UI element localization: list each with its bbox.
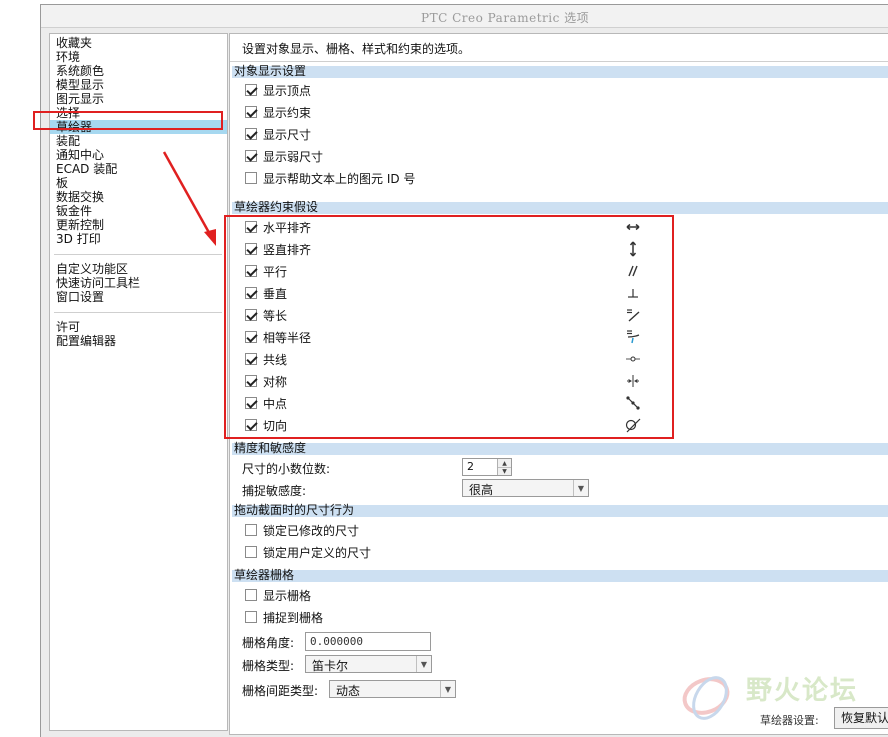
screenshot-frame: PTC Creo Parametric 选项 收藏夹 环境 系统颜色 模型显示 …: [0, 0, 888, 737]
status-label: 草绘器设置:: [760, 714, 819, 727]
panel-description: 设置对象显示、栅格、样式和约束的选项。: [242, 42, 471, 56]
checkbox-show-grid[interactable]: 显示栅格: [245, 586, 311, 604]
watermark-text: 野火论坛: [746, 676, 859, 706]
nav-item-update-control[interactable]: 更新控制: [56, 218, 104, 232]
section-precision: 精度和敏感度: [232, 441, 888, 455]
checkbox-box[interactable]: [245, 150, 257, 162]
nav-item-board[interactable]: 板: [56, 176, 68, 190]
nav-item-data-exchange[interactable]: 数据交换: [56, 190, 104, 204]
checkbox-box[interactable]: [245, 128, 257, 140]
checkbox-show-vertices[interactable]: 显示顶点: [245, 81, 311, 99]
section-object-display: 对象显示设置: [232, 64, 888, 78]
section-constraint-assumptions: 草绘器约束假设: [232, 200, 888, 214]
decimal-places-label: 尺寸的小数位数:: [242, 462, 331, 476]
annotation-box-constraints: [224, 215, 674, 439]
checkbox-box[interactable]: [245, 589, 257, 601]
checkbox-show-entity-id[interactable]: 显示帮助文本上的图元 ID 号: [245, 169, 415, 187]
checkbox-box[interactable]: [245, 106, 257, 118]
chevron-down-icon: ▼: [573, 480, 588, 496]
nav-item-sheetmetal[interactable]: 钣金件: [56, 204, 92, 218]
nav-item-window-settings[interactable]: 窗口设置: [56, 290, 104, 304]
nav-item-entity-display[interactable]: 图元显示: [56, 92, 104, 106]
checkbox-show-dimensions[interactable]: 显示尺寸: [245, 125, 311, 143]
nav-item-ecad-assembly[interactable]: ECAD 装配: [56, 162, 117, 176]
grid-angle-label: 栅格角度:: [242, 636, 295, 650]
spinner-buttons: ▲ ▼: [497, 459, 511, 475]
snap-sensitivity-select[interactable]: 很高 ▼: [462, 479, 589, 497]
grid-type-select[interactable]: 笛卡尔 ▼: [305, 655, 432, 673]
nav-item-notification-center[interactable]: 通知中心: [56, 148, 104, 162]
grid-spacing-label: 栅格间距类型:: [242, 684, 319, 698]
chevron-down-icon: ▼: [440, 681, 455, 697]
nav-divider: [54, 254, 222, 255]
chevron-down-icon: ▼: [416, 656, 431, 672]
title-bar: PTC Creo Parametric 选项: [41, 5, 888, 28]
nav-item-customize-ribbon[interactable]: 自定义功能区: [56, 262, 128, 276]
decimal-places-value: 2: [467, 460, 474, 473]
section-sketcher-grid: 草绘器栅格: [232, 568, 888, 582]
grid-angle-input[interactable]: 0.000000: [305, 632, 431, 651]
nav-item-quick-access-toolbar[interactable]: 快速访问工具栏: [56, 276, 140, 290]
description-divider: [230, 61, 888, 62]
checkbox-lock-user-dims[interactable]: 锁定用户定义的尺寸: [245, 543, 371, 561]
window-title: PTC Creo Parametric 选项: [421, 11, 590, 25]
decimal-places-spinner[interactable]: 2 ▲ ▼: [462, 458, 512, 476]
nav-item-system-colors[interactable]: 系统颜色: [56, 64, 104, 78]
checkbox-box[interactable]: [245, 172, 257, 184]
reset-defaults-button[interactable]: 恢复默认: [834, 707, 888, 729]
nav-item-model-display[interactable]: 模型显示: [56, 78, 104, 92]
nav-item-environment[interactable]: 环境: [56, 50, 80, 64]
grid-type-label: 栅格类型:: [242, 659, 295, 673]
checkbox-box[interactable]: [245, 84, 257, 96]
checkbox-box[interactable]: [245, 546, 257, 558]
category-list: 收藏夹 环境 系统颜色 模型显示 图元显示 选择 草绘器 装配 通知中心 ECA…: [49, 33, 228, 731]
nav-divider: [54, 312, 222, 313]
checkbox-lock-modified-dims[interactable]: 锁定已修改的尺寸: [245, 521, 359, 539]
annotation-box-nav: [33, 111, 223, 130]
checkbox-box[interactable]: [245, 524, 257, 536]
nav-item-assembly[interactable]: 装配: [56, 134, 80, 148]
checkbox-show-weak-dimensions[interactable]: 显示弱尺寸: [245, 147, 323, 165]
nav-item-3d-print[interactable]: 3D 打印: [56, 232, 101, 246]
section-drag-behavior: 拖动截面时的尺寸行为: [232, 503, 888, 517]
nav-item-config-editor[interactable]: 配置编辑器: [56, 334, 116, 348]
checkbox-box[interactable]: [245, 611, 257, 623]
grid-spacing-select[interactable]: 动态 ▼: [329, 680, 456, 698]
nav-item-favorites[interactable]: 收藏夹: [56, 36, 92, 50]
nav-item-license[interactable]: 许可: [56, 320, 80, 334]
checkbox-snap-to-grid[interactable]: 捕捉到栅格: [245, 608, 323, 626]
swirl-logo-icon: [682, 676, 730, 720]
spin-down-icon[interactable]: ▼: [498, 467, 511, 475]
snap-sensitivity-label: 捕捉敏感度:: [242, 484, 307, 498]
checkbox-show-constraints[interactable]: 显示约束: [245, 103, 311, 121]
